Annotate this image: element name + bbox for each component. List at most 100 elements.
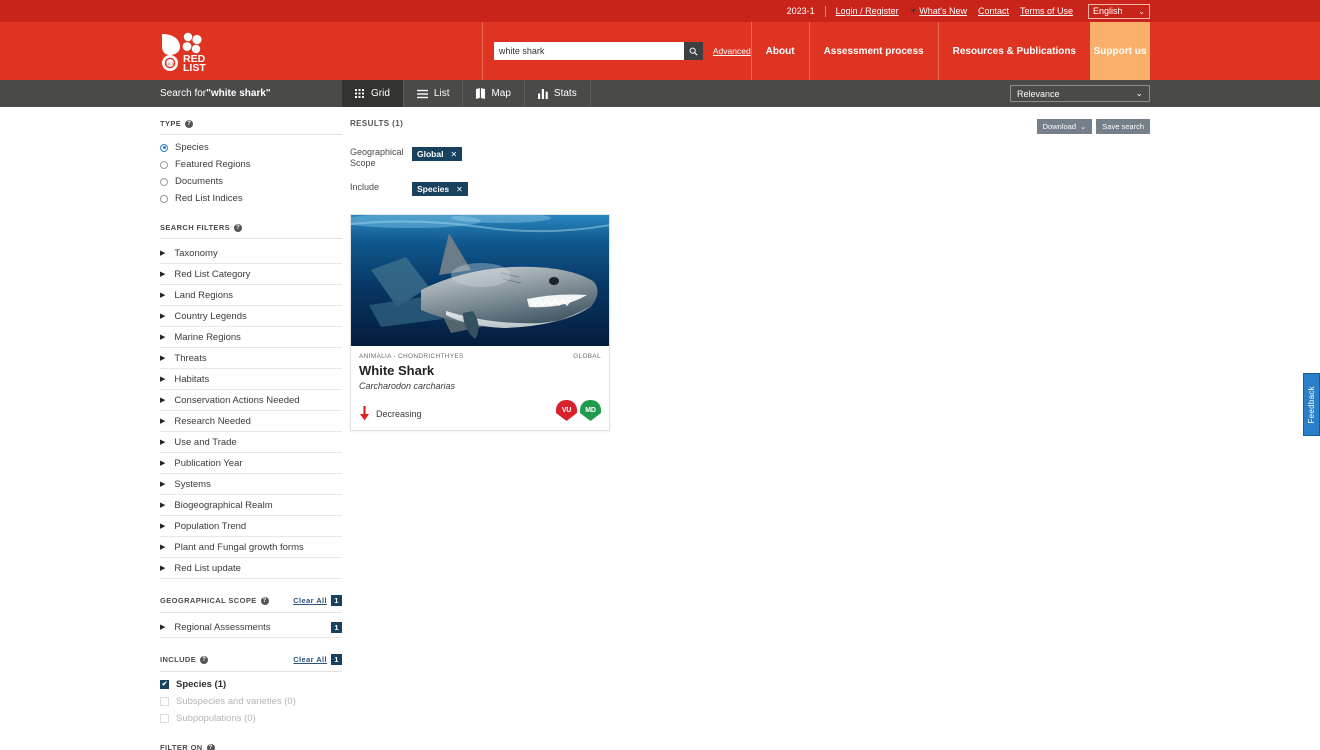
- sparkle-icon: ✳: [909, 5, 918, 16]
- advanced-search-link[interactable]: Advanced: [713, 46, 751, 56]
- filter-red-list-update[interactable]: ▶ Red List update: [160, 558, 342, 579]
- active-filter-geographical-scope: Geographical Scope Global ✕: [350, 147, 1320, 169]
- contact-link[interactable]: Contact: [978, 6, 1009, 16]
- triangle-right-icon: ▶: [160, 481, 166, 488]
- triangle-right-icon: ▶: [160, 271, 166, 278]
- nav-resources-publications[interactable]: Resources & Publications: [937, 22, 1090, 80]
- filter-population-trend[interactable]: ▶ Population Trend: [160, 516, 342, 537]
- include-option-subspecies[interactable]: Subspecies and varieties (0): [160, 693, 342, 710]
- filter-marine-regions[interactable]: ▶ Marine Regions: [160, 327, 342, 348]
- help-icon[interactable]: ?: [234, 223, 243, 232]
- filter-use-and-trade[interactable]: ▶ Use and Trade: [160, 432, 342, 453]
- type-option-species[interactable]: Species: [160, 139, 342, 156]
- tab-list[interactable]: List: [404, 80, 464, 107]
- help-icon[interactable]: ?: [260, 596, 269, 605]
- filter-plant-fungal-growth-forms[interactable]: ▶ Plant and Fungal growth forms: [160, 537, 342, 558]
- support-us-button[interactable]: Support us: [1090, 22, 1150, 80]
- include-clear-all[interactable]: Clear All: [293, 655, 327, 664]
- filter-taxonomy[interactable]: ▶ Taxonomy: [160, 243, 342, 264]
- species-result-card[interactable]: ANIMALIA - CHONDRICHTHYES GLOBAL White S…: [350, 214, 610, 431]
- login-register-link[interactable]: Login / Register: [836, 6, 899, 16]
- close-icon[interactable]: ✕: [456, 185, 463, 194]
- search-icon: [689, 47, 698, 56]
- population-trend-label: Decreasing: [376, 408, 422, 419]
- page-body: TYPE ? Species Featured Regions Document…: [0, 107, 1320, 750]
- chip-global-label: Global: [417, 149, 444, 159]
- chip-species[interactable]: Species ✕: [412, 182, 468, 196]
- svg-text:IUCN: IUCN: [165, 61, 175, 66]
- badge-md[interactable]: MD: [580, 400, 601, 421]
- save-search-button[interactable]: Save search: [1096, 119, 1150, 134]
- checkbox-species[interactable]: [160, 680, 169, 689]
- filter-systems[interactable]: ▶ Systems: [160, 474, 342, 495]
- feedback-tab-label: Feedback: [1307, 385, 1316, 424]
- help-icon[interactable]: ?: [200, 655, 209, 664]
- category-badges: VU MD: [556, 400, 601, 421]
- triangle-right-icon: ▶: [160, 460, 166, 467]
- species-image: [351, 215, 609, 346]
- version-label: 2023-1: [786, 6, 815, 16]
- close-icon[interactable]: ✕: [450, 150, 457, 159]
- type-option-documents-label: Documents: [175, 176, 224, 187]
- filter-regional-assessments[interactable]: ▶ Regional Assessments 1: [160, 617, 342, 638]
- type-option-red-list-indices[interactable]: Red List Indices: [160, 190, 342, 207]
- terms-of-use-link[interactable]: Terms of Use: [1020, 6, 1073, 16]
- map-icon: [476, 88, 486, 99]
- filter-threats[interactable]: ▶ Threats: [160, 348, 342, 369]
- filter-research-needed[interactable]: ▶ Research Needed: [160, 411, 342, 432]
- geographical-scope-header: GEOGRAPHICAL SCOPE ? Clear All 1: [160, 595, 342, 613]
- triangle-right-icon: ▶: [160, 292, 166, 299]
- type-option-species-label: Species: [175, 142, 209, 153]
- filter-conservation-actions-needed[interactable]: ▶ Conservation Actions Needed: [160, 390, 342, 411]
- type-option-documents[interactable]: Documents: [160, 173, 342, 190]
- active-filter-include: Include Species ✕: [350, 182, 1320, 196]
- tab-map[interactable]: Map: [463, 80, 525, 107]
- nav-about[interactable]: About: [750, 22, 809, 80]
- triangle-right-icon: ▶: [160, 502, 166, 509]
- whats-new-link[interactable]: What's New: [919, 6, 967, 16]
- filter-biogeographical-realm[interactable]: ▶ Biogeographical Realm: [160, 495, 342, 516]
- species-scientific-name: Carcharodon carcharias: [359, 381, 456, 391]
- filter-habitats[interactable]: ▶ Habitats: [160, 369, 342, 390]
- geographical-scope-title: GEOGRAPHICAL SCOPE: [160, 596, 257, 605]
- filter-plant-fungal-growth-forms-label: Plant and Fungal growth forms: [174, 541, 304, 553]
- download-button[interactable]: Download ⌄: [1036, 119, 1093, 134]
- chip-global[interactable]: Global ✕: [412, 147, 463, 161]
- geographical-scope-clear-all[interactable]: Clear All: [293, 596, 327, 605]
- radio-species[interactable]: [160, 143, 168, 152]
- tab-grid[interactable]: Grid: [342, 80, 404, 107]
- results-header: RESULTS (1) Download ⌄ Save search: [350, 119, 1320, 134]
- filter-land-regions-label: Land Regions: [174, 289, 234, 301]
- feedback-tab[interactable]: Feedback: [1303, 373, 1320, 436]
- help-icon[interactable]: ?: [185, 119, 194, 128]
- filter-regional-assessments-label: Regional Assessments: [174, 621, 271, 633]
- sort-select[interactable]: Relevance ⌄: [1010, 85, 1150, 102]
- chevron-down-icon: ⌄: [1080, 122, 1087, 131]
- radio-featured-regions[interactable]: [160, 160, 168, 169]
- badge-vu[interactable]: VU: [556, 400, 577, 421]
- checkbox-subpopulations[interactable]: [160, 714, 169, 723]
- filter-publication-year[interactable]: ▶ Publication Year: [160, 453, 342, 474]
- tab-stats[interactable]: Stats: [525, 80, 591, 107]
- filter-land-regions[interactable]: ▶ Land Regions: [160, 285, 342, 306]
- filter-red-list-category[interactable]: ▶ Red List Category: [160, 264, 342, 285]
- help-icon[interactable]: ?: [206, 743, 215, 750]
- include-option-species[interactable]: Species (1): [160, 676, 342, 693]
- filter-country-legends[interactable]: ▶ Country Legends: [160, 306, 342, 327]
- great-white-shark-photo: [351, 215, 609, 346]
- search-input[interactable]: [493, 42, 684, 60]
- filter-use-and-trade-label: Use and Trade: [174, 436, 237, 448]
- checkbox-subspecies[interactable]: [160, 697, 169, 706]
- radio-red-list-indices[interactable]: [160, 194, 168, 203]
- radio-documents[interactable]: [160, 177, 168, 186]
- logo-link[interactable]: IUCN RED LIST: [0, 22, 482, 80]
- utility-bar: 2023-1 Login / Register ✳ What's New Con…: [0, 0, 1320, 22]
- type-option-featured-regions[interactable]: Featured Regions: [160, 156, 342, 173]
- language-selector[interactable]: English ⌄: [1088, 3, 1150, 19]
- include-option-subpopulations[interactable]: Subpopulations (0): [160, 710, 342, 727]
- tab-stats-label: Stats: [553, 88, 577, 99]
- nav-assessment-process[interactable]: Assessment process: [808, 22, 938, 80]
- search-submit-button[interactable]: [683, 42, 703, 60]
- arrow-down-icon: [360, 406, 369, 421]
